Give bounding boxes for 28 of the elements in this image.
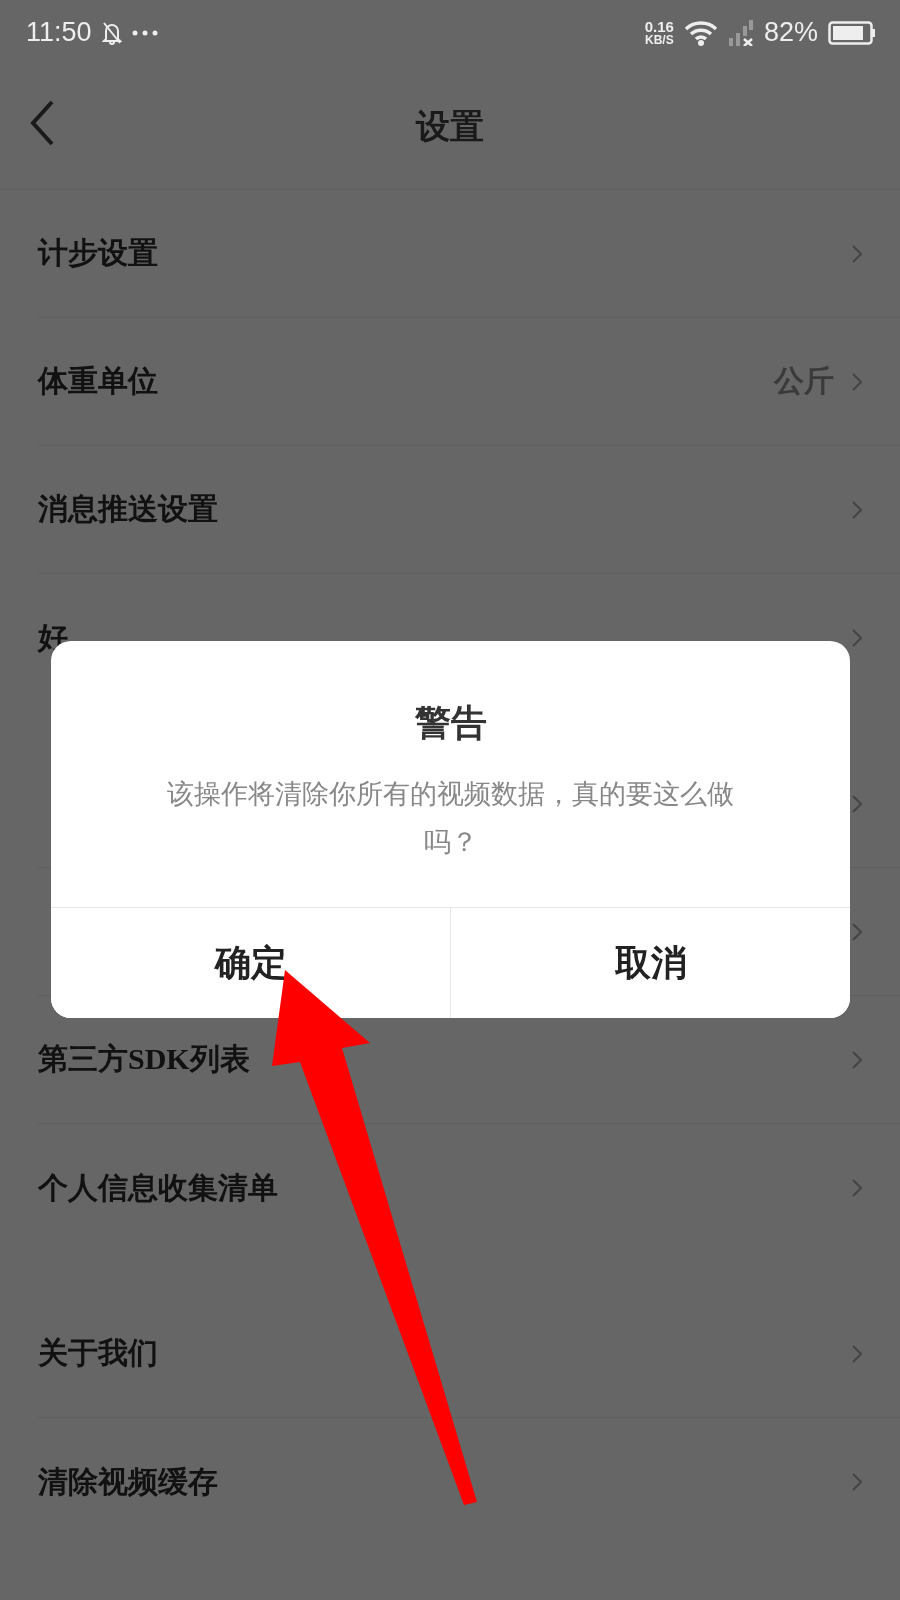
signal-icon bbox=[727, 19, 754, 46]
settings-row[interactable]: 清除视频缓存 bbox=[38, 1418, 900, 1546]
dialog-message: 该操作将清除你所有的视频数据，真的要这么做吗？ bbox=[166, 778, 735, 859]
network-speed: 0.16 bbox=[644, 19, 674, 34]
dialog-title: 警告 bbox=[413, 702, 488, 745]
page-title: 设置 bbox=[416, 107, 484, 147]
chevron-icon bbox=[852, 1050, 862, 1069]
wifi-icon bbox=[683, 19, 718, 46]
chevron-icon bbox=[852, 629, 862, 647]
clock-time: 11:50 bbox=[26, 17, 92, 48]
battery-icon bbox=[828, 20, 876, 45]
cancel-button[interactable]: 取消 bbox=[450, 908, 850, 1018]
chevron-icon bbox=[852, 1179, 862, 1197]
speed-unit: KB/S bbox=[645, 34, 674, 46]
settings-row[interactable]: 计步设置 bbox=[38, 190, 900, 318]
chevron-icon bbox=[852, 1473, 862, 1491]
back-icon[interactable] bbox=[30, 100, 54, 146]
chevron-icon bbox=[852, 500, 862, 519]
bell-off-icon bbox=[101, 20, 122, 45]
chevron-icon bbox=[852, 372, 862, 391]
chevron-icon bbox=[852, 794, 862, 813]
chevron-icon bbox=[852, 244, 862, 263]
settings-row[interactable]: 消息推送设置 bbox=[38, 446, 900, 574]
chevron-icon bbox=[852, 922, 862, 941]
settings-row[interactable]: 个人信息收集清单 bbox=[38, 1124, 900, 1252]
battery-percent: 82% bbox=[763, 17, 818, 48]
chevron-icon bbox=[852, 1344, 862, 1363]
more-icon bbox=[131, 29, 158, 36]
